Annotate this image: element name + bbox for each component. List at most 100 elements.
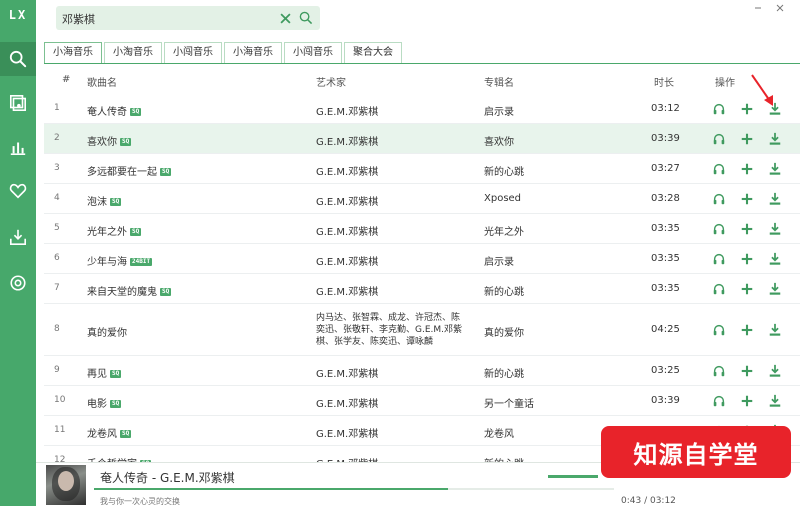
listen-button[interactable] (711, 101, 727, 117)
song-name-cell: 奄人传奇 SQ (87, 103, 142, 118)
quality-badge: SQ (130, 228, 142, 236)
listen-button[interactable] (711, 161, 727, 177)
source-tabs: 小海音乐 小淘音乐 小闯音乐 小海音乐 小闯音乐 聚合大会 (44, 42, 404, 64)
song-album: 启示录 (484, 257, 514, 268)
row-index: 3 (54, 163, 60, 173)
minimize-button[interactable] (752, 2, 764, 14)
add-button[interactable] (739, 393, 755, 409)
close-window-button[interactable] (774, 2, 786, 14)
listen-button[interactable] (711, 363, 727, 379)
row-actions (708, 161, 788, 177)
song-artist: G.E.M.邓紫棋 (316, 107, 379, 118)
play-time: 0:43 / 03:12 (621, 496, 676, 506)
quality-badge: SQ (110, 198, 122, 206)
album-cover[interactable] (46, 465, 86, 505)
table-row[interactable]: 6 少年与海 24BIT G.E.M.邓紫棋 启示录 03:35 (44, 244, 800, 274)
download-button[interactable] (767, 363, 783, 379)
plus-icon (741, 253, 753, 265)
tab-source-2[interactable]: 小淘音乐 (104, 42, 162, 64)
playlist-icon (9, 94, 27, 112)
song-album: 新的心跳 (484, 287, 524, 298)
plus-icon (741, 324, 753, 336)
search-button[interactable] (296, 8, 316, 28)
song-name-cell: 多远都要在一起 SQ (87, 163, 172, 178)
add-button[interactable] (739, 251, 755, 267)
song-duration: 03:25 (651, 365, 680, 376)
add-button[interactable] (739, 131, 755, 147)
row-actions (708, 363, 788, 379)
listen-button[interactable] (711, 281, 727, 297)
download-icon (9, 229, 27, 246)
plus-icon (741, 365, 753, 377)
nav-charts[interactable] (0, 130, 36, 164)
download-button[interactable] (767, 131, 783, 147)
listen-button[interactable] (711, 251, 727, 267)
sidebar: LX (0, 0, 36, 506)
tab-source-1[interactable]: 小海音乐 (44, 42, 102, 64)
song-name-cell: 再见 SQ (87, 365, 122, 380)
table-row[interactable]: 9 再见 SQ G.E.M.邓紫棋 新的心跳 03:25 (44, 356, 800, 386)
song-name-cell: 龙卷风 SQ (87, 425, 132, 440)
add-button[interactable] (739, 191, 755, 207)
table-row[interactable]: 3 多远都要在一起 SQ G.E.M.邓紫棋 新的心跳 03:27 (44, 154, 800, 184)
download-icon (769, 192, 781, 205)
download-button[interactable] (767, 221, 783, 237)
nav-download[interactable] (0, 220, 36, 254)
download-button[interactable] (767, 393, 783, 409)
row-actions (708, 251, 788, 267)
download-button[interactable] (767, 281, 783, 297)
header-artist: 艺术家 (316, 78, 346, 89)
add-button[interactable] (739, 322, 755, 338)
listen-button[interactable] (711, 191, 727, 207)
download-button[interactable] (767, 251, 783, 267)
headphones-icon (713, 193, 725, 205)
table-row[interactable]: 4 泡沫 SQ G.E.M.邓紫棋 Xposed 03:28 (44, 184, 800, 214)
table-row[interactable]: 8 真的爱你 内马达、张智霖、成龙、许冠杰、陈奕迅、张敬轩、李克勤、G.E.M.邓紫… (44, 304, 800, 356)
quality-badge: SQ (160, 288, 172, 296)
tab-source-5[interactable]: 小闯音乐 (284, 42, 342, 64)
tab-source-3[interactable]: 小闯音乐 (164, 42, 222, 64)
add-button[interactable] (739, 281, 755, 297)
minimize-icon (755, 7, 761, 9)
headphones-icon (713, 103, 725, 115)
settings-icon (10, 275, 26, 291)
nav-settings[interactable] (0, 266, 36, 300)
song-duration: 03:35 (651, 253, 680, 264)
nav-playlist[interactable] (0, 86, 36, 120)
table-row[interactable]: 5 光年之外 SQ G.E.M.邓紫棋 光年之外 03:35 (44, 214, 800, 244)
listen-button[interactable] (711, 393, 727, 409)
listen-button[interactable] (711, 221, 727, 237)
listen-button[interactable] (711, 131, 727, 147)
nav-favorites[interactable] (0, 174, 36, 208)
song-name: 龙卷风 (87, 429, 117, 440)
table-row[interactable]: 2 喜欢你 SQ G.E.M.邓紫棋 喜欢你 03:39 (44, 124, 800, 154)
download-button[interactable] (767, 161, 783, 177)
song-name: 少年与海 (87, 257, 127, 268)
row-actions (708, 393, 788, 409)
add-button[interactable] (739, 363, 755, 379)
row-actions (708, 221, 788, 237)
tab-aggregate[interactable]: 聚合大会 (344, 42, 402, 64)
table-row[interactable]: 10 电影 SQ G.E.M.邓紫棋 另一个童话 03:39 (44, 386, 800, 416)
nav-search[interactable] (0, 42, 36, 76)
download-button[interactable] (767, 191, 783, 207)
volume-bar[interactable] (548, 475, 598, 478)
row-index: 5 (54, 223, 60, 233)
row-actions (708, 322, 788, 338)
song-artist: G.E.M.邓紫棋 (316, 197, 379, 208)
tab-source-4[interactable]: 小海音乐 (224, 42, 282, 64)
header-album: 专辑名 (484, 78, 514, 89)
download-button[interactable] (767, 322, 783, 338)
progress-bar[interactable] (94, 488, 614, 490)
table-row[interactable]: 1 奄人传奇 SQ G.E.M.邓紫棋 启示录 03:12 (44, 94, 800, 124)
listen-button[interactable] (711, 322, 727, 338)
table-row[interactable]: 7 来自天堂的魔鬼 SQ G.E.M.邓紫棋 新的心跳 03:35 (44, 274, 800, 304)
quality-badge: SQ (160, 168, 172, 176)
download-icon (769, 132, 781, 145)
song-duration: 03:12 (651, 103, 680, 114)
search-input[interactable]: 邓紫棋 (62, 11, 95, 27)
search-box[interactable]: 邓紫棋 (56, 6, 320, 30)
clear-search-button[interactable] (276, 9, 294, 27)
add-button[interactable] (739, 161, 755, 177)
add-button[interactable] (739, 221, 755, 237)
